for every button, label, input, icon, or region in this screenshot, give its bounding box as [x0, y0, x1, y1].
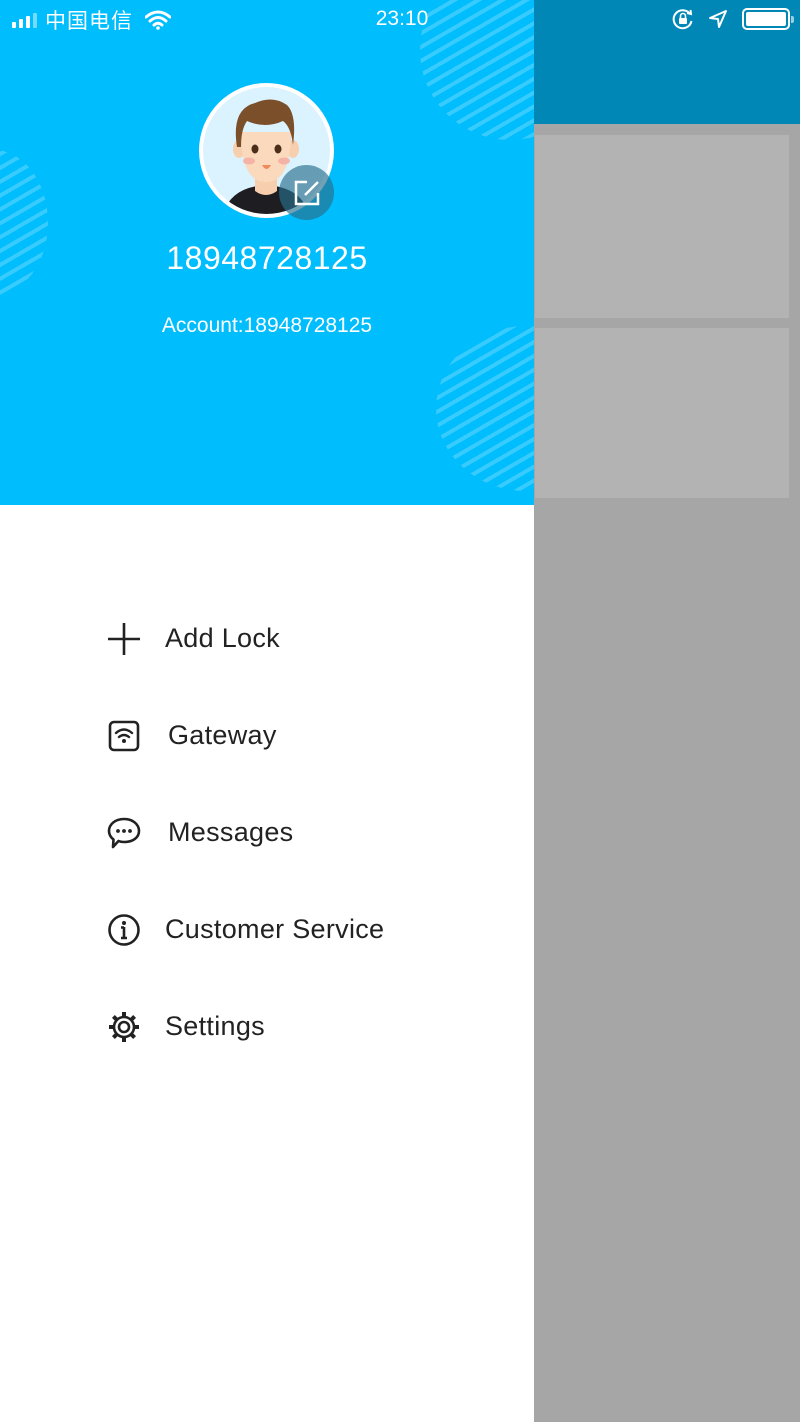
- profile-avatar-button[interactable]: [199, 83, 334, 220]
- menu-item-settings[interactable]: Settings: [0, 978, 534, 1075]
- orientation-lock-icon: [672, 9, 693, 30]
- background-lock-card: [535, 328, 789, 498]
- background-lock-card: [535, 135, 789, 318]
- info-icon: [106, 912, 142, 948]
- menu-item-label: Add Lock: [165, 623, 280, 653]
- drawer-menu: Add Lock Gateway Messages Customer Servi…: [0, 590, 534, 1075]
- clock: 23:10: [375, 7, 429, 30]
- battery-icon: [742, 8, 794, 30]
- menu-item-customer-service[interactable]: Customer Service: [0, 881, 534, 978]
- user-account: Account:18948728125: [161, 314, 373, 337]
- menu-item-label: Settings: [165, 1011, 265, 1041]
- gear-icon: [106, 1009, 142, 1045]
- chat-bubble-icon: [106, 815, 142, 851]
- menu-item-label: Gateway: [168, 720, 277, 750]
- menu-item-add-lock[interactable]: Add Lock: [0, 590, 534, 687]
- plus-icon: [106, 621, 142, 657]
- edit-icon: [294, 180, 319, 205]
- user-name: 18948728125: [166, 240, 368, 276]
- menu-item-messages[interactable]: Messages: [0, 784, 534, 881]
- navigation-drawer: 18948728125 Account:18948728125 Add Lock…: [0, 0, 534, 1422]
- drawer-header: 18948728125 Account:18948728125: [0, 0, 534, 505]
- menu-item-gateway[interactable]: Gateway: [0, 687, 534, 784]
- decorative-striped-circle: [436, 326, 534, 491]
- menu-item-label: Customer Service: [165, 914, 385, 944]
- location-icon: [709, 10, 727, 28]
- status-bar: 中国电信 23:10: [0, 0, 800, 40]
- gateway-wifi-icon: [106, 718, 142, 754]
- edit-profile-button[interactable]: [279, 165, 334, 220]
- menu-item-label: Messages: [168, 817, 294, 847]
